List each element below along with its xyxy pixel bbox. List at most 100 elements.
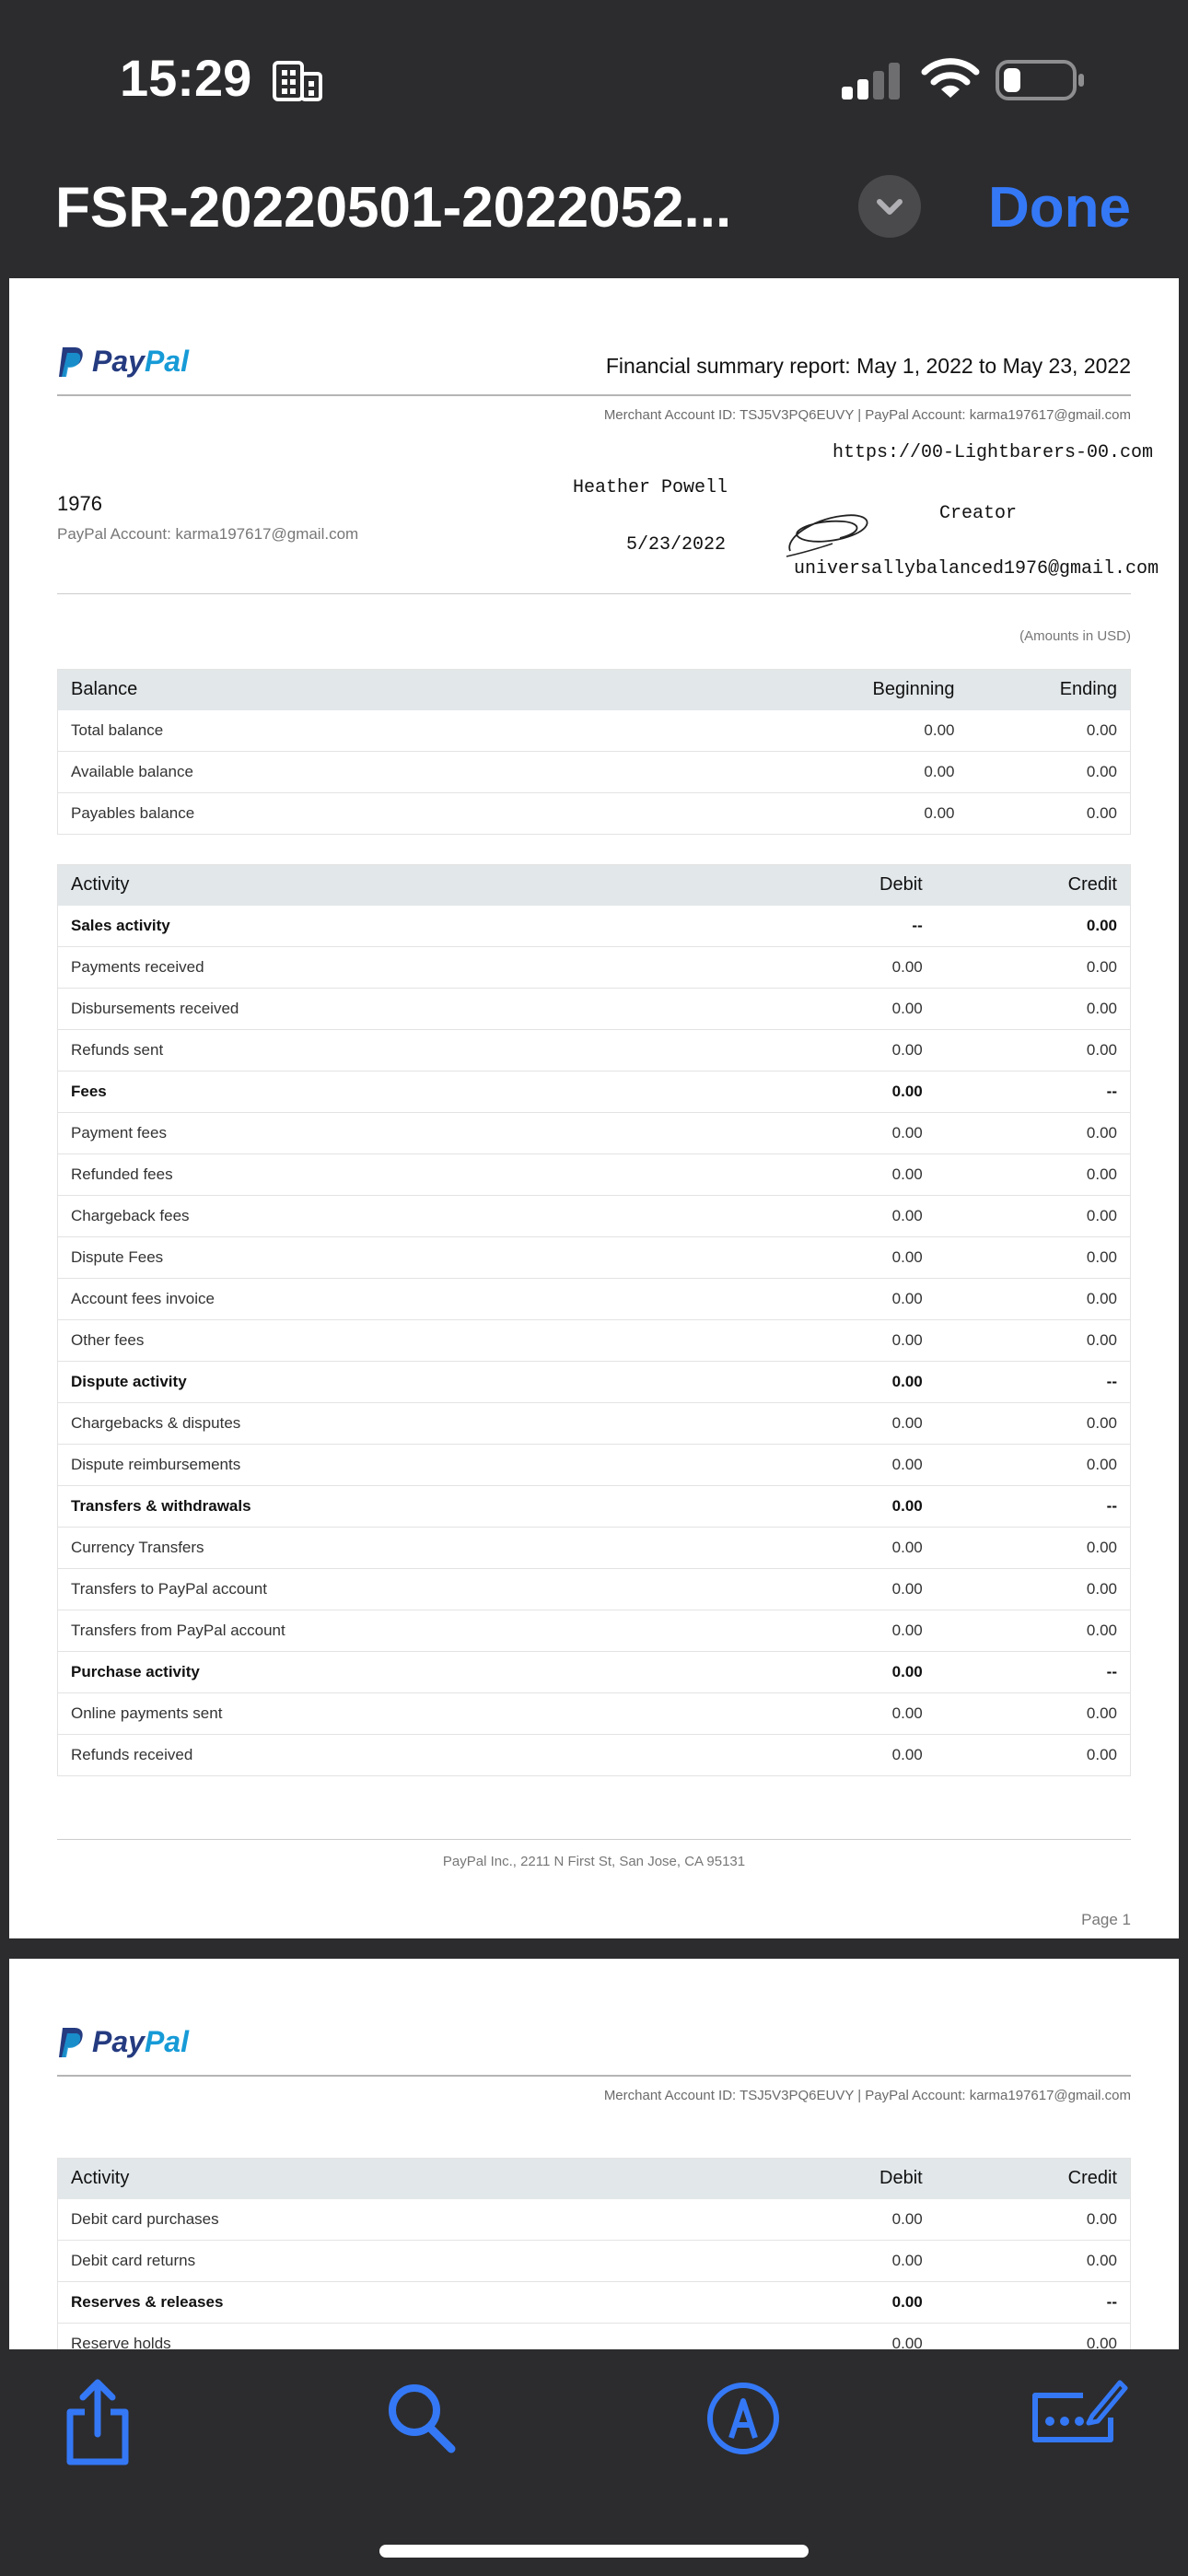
balance-row: Available balance 0.00 0.00 <box>57 751 1131 793</box>
row-value-1: 0.00 <box>757 1153 936 1196</box>
row-value-1: 0.00 <box>757 1319 936 1362</box>
row-label: Available balance <box>57 751 758 793</box>
row-value-2: -- <box>935 1361 1131 1403</box>
activity-row: Payments received 0.00 0.00 <box>57 946 1131 989</box>
paypal-p-icon <box>59 2027 83 2057</box>
title-menu-button[interactable] <box>858 175 921 238</box>
merchant-line: Merchant Account ID: TSJ5V3PQ6EUVY | Pay… <box>603 407 1131 423</box>
credit-header: Credit <box>935 864 1131 906</box>
row-value-1: 0.00 <box>757 2281 936 2324</box>
focus-building-icon <box>273 61 322 101</box>
row-label: Reserve holds <box>57 2323 758 2349</box>
activity-row: Dispute reimbursements 0.00 0.00 <box>57 1444 1131 1486</box>
share-icon[interactable] <box>61 2377 134 2469</box>
document-title[interactable]: FSR-20220501-2022052... <box>55 175 838 240</box>
row-label: Chargeback fees <box>57 1195 758 1237</box>
row-value-1: 0.00 <box>757 1029 936 1071</box>
row-value-2: 0.00 <box>967 751 1131 793</box>
battery-icon <box>996 60 1084 100</box>
logo-pay: Pay <box>92 345 145 378</box>
row-label: Sales activity <box>57 905 758 947</box>
section-rule <box>57 593 1131 594</box>
row-value-2: -- <box>935 1485 1131 1528</box>
balance-rows: Total balance 0.00 0.00 Available balance 0.… <box>57 709 1131 835</box>
row-value-2: -- <box>935 1651 1131 1693</box>
activity-row: Currency Transfers 0.00 0.00 <box>57 1527 1131 1569</box>
row-label: Transfers to PayPal account <box>57 1568 758 1610</box>
activity-row: Reserves & releases 0.00 -- <box>57 2281 1131 2324</box>
header-rule <box>57 2075 1131 2077</box>
activity-header: Activity <box>57 2158 758 2199</box>
annotation-name: Heather Powell <box>573 477 728 498</box>
table-header-row: Balance Beginning Ending <box>57 669 1131 710</box>
row-value-1: 0.00 <box>757 1444 936 1486</box>
activity-row: Disbursements received 0.00 0.00 <box>57 988 1131 1030</box>
activity-row: Reserve holds 0.00 0.00 <box>57 2323 1131 2349</box>
row-value-1: 0.00 <box>757 1071 936 1113</box>
balance-row: Total balance 0.00 0.00 <box>57 709 1131 752</box>
row-value-2: 0.00 <box>935 905 1131 947</box>
activity-row: Other fees 0.00 0.00 <box>57 1319 1131 1362</box>
row-label: Debit card returns <box>57 2240 758 2282</box>
row-label: Refunds received <box>57 1734 758 1776</box>
row-value-2: 0.00 <box>935 1029 1131 1071</box>
debit-header: Debit <box>757 864 936 906</box>
beginning-header: Beginning <box>757 669 968 710</box>
row-label: Online payments sent <box>57 1692 758 1735</box>
row-value-2: 0.00 <box>935 1112 1131 1154</box>
annotation-date: 5/23/2022 <box>626 534 727 556</box>
activity-row: Dispute Fees 0.00 0.00 <box>57 1236 1131 1279</box>
form-fill-icon[interactable] <box>1028 2375 1129 2449</box>
row-label: Refunds sent <box>57 1029 758 1071</box>
row-value-1: 0.00 <box>757 2323 936 2349</box>
balance-row: Payables balance 0.00 0.00 <box>57 792 1131 835</box>
activity-row: Purchase activity 0.00 -- <box>57 1651 1131 1693</box>
row-value-2: 0.00 <box>935 1568 1131 1610</box>
logo-pay: Pay <box>92 2025 145 2058</box>
row-label: Purchase activity <box>57 1651 758 1693</box>
row-label: Transfers & withdrawals <box>57 1485 758 1528</box>
row-value-1: 0.00 <box>757 988 936 1030</box>
markup-icon[interactable] <box>705 2381 781 2456</box>
row-value-2: 0.00 <box>967 792 1131 835</box>
row-value-1: 0.00 <box>757 1485 936 1528</box>
activity-row: Chargebacks & disputes 0.00 0.00 <box>57 1402 1131 1445</box>
row-value-2: 0.00 <box>935 2323 1131 2349</box>
row-value-1: 0.00 <box>757 792 968 835</box>
done-button[interactable]: Done <box>988 175 1131 240</box>
row-label: Chargebacks & disputes <box>57 1402 758 1445</box>
row-value-1: 0.00 <box>757 1195 936 1237</box>
row-value-1: 0.00 <box>757 2240 936 2282</box>
activity-row: Account fees invoice 0.00 0.00 <box>57 1278 1131 1320</box>
footer-address: PayPal Inc., 2211 N First St, San Jose, … <box>442 1854 746 1869</box>
row-value-1: 0.00 <box>757 1402 936 1445</box>
row-value-2: 0.00 <box>935 1236 1131 1279</box>
nav-bar: FSR-20220501-2022052... Done <box>0 147 1188 267</box>
row-value-1: 0.00 <box>757 1361 936 1403</box>
paypal-logo: PayPal <box>57 345 189 379</box>
row-label: Account fees invoice <box>57 1278 758 1320</box>
row-value-1: 0.00 <box>757 1692 936 1735</box>
row-label: Other fees <box>57 1319 758 1362</box>
account-number: 1976 <box>57 492 102 515</box>
row-label: Dispute reimbursements <box>57 1444 758 1486</box>
report-title: Financial summary report: May 1, 2022 to… <box>605 354 1131 378</box>
annotation-email: universallybalanced1976@gmail.com <box>794 558 1159 580</box>
merchant-line: Merchant Account ID: TSJ5V3PQ6EUVY | Pay… <box>603 2088 1131 2103</box>
row-value-2: 0.00 <box>935 1402 1131 1445</box>
activity-row: Transfers & withdrawals 0.00 -- <box>57 1485 1131 1528</box>
handwritten-signature <box>786 514 868 557</box>
activity-row: Chargeback fees 0.00 0.00 <box>57 1195 1131 1237</box>
home-indicator <box>379 2545 809 2558</box>
activity-table-continued: Activity Debit Credit Debit card purchas… <box>57 2158 1131 2349</box>
table-header-row: Activity Debit Credit <box>57 2158 1131 2199</box>
row-value-2: 0.00 <box>935 988 1131 1030</box>
row-value-2: 0.00 <box>935 1319 1131 1362</box>
footer-rule <box>57 1839 1131 1840</box>
activity-row: Transfers from PayPal account 0.00 0.00 <box>57 1610 1131 1652</box>
annotation-role: Creator <box>939 503 1018 524</box>
row-value-1: 0.00 <box>757 1568 936 1610</box>
row-value-1: 0.00 <box>757 1651 936 1693</box>
search-icon[interactable] <box>387 2383 457 2456</box>
logo-pal: Pal <box>144 345 189 378</box>
